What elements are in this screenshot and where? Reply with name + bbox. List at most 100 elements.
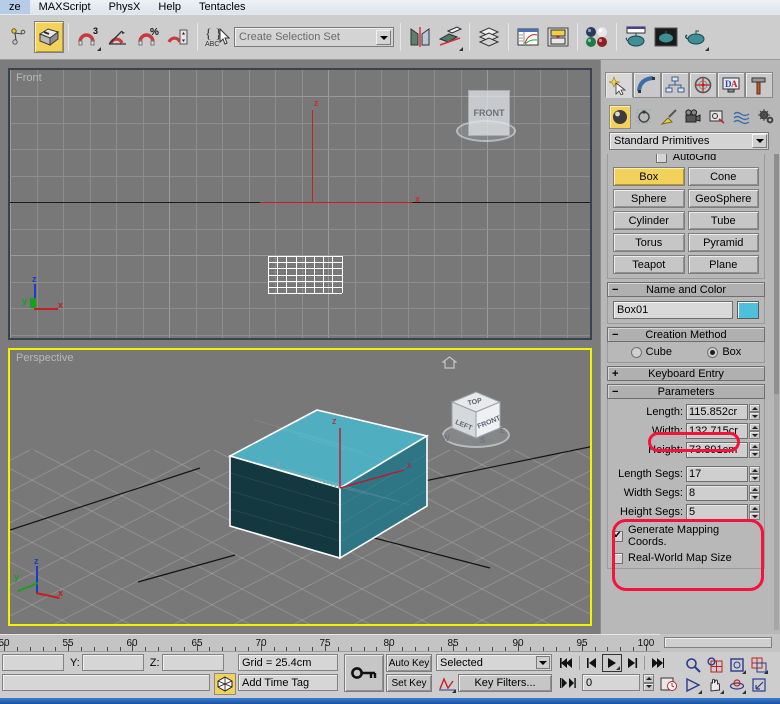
add-time-tag-button[interactable]: Add Time Tag	[238, 674, 338, 691]
viewcube-front-face[interactable]: FRONT	[468, 90, 510, 136]
width-segs-input[interactable]: 8	[686, 485, 748, 501]
next-frame-button[interactable]	[623, 654, 641, 672]
select-and-link-icon[interactable]	[4, 21, 34, 53]
mirror-icon[interactable]	[405, 21, 435, 53]
cameras-button[interactable]	[682, 105, 704, 129]
play-button[interactable]	[602, 654, 622, 672]
cone-button[interactable]: Cone	[687, 167, 759, 186]
selection-set-dropdown-arrow[interactable]	[376, 30, 391, 45]
display-tab[interactable]: D A	[717, 72, 745, 98]
named-selection-sets-icon[interactable]: { } ABC	[202, 21, 232, 53]
track-bar-scroll[interactable]	[660, 634, 780, 652]
length-segs-spinner[interactable]	[749, 466, 760, 482]
pyramid-button[interactable]: Pyramid	[687, 233, 759, 252]
spinner-snap-icon[interactable]	[163, 21, 193, 53]
cube-snapshot-icon[interactable]	[214, 673, 236, 695]
box-radio[interactable]	[707, 346, 719, 358]
set-key-curve-icon[interactable]	[436, 673, 458, 695]
render-setup-icon[interactable]	[621, 21, 651, 53]
zoom-extents-icon[interactable]	[726, 654, 748, 676]
box-object[interactable]: z x y	[192, 398, 472, 626]
modify-tab[interactable]	[633, 72, 661, 98]
length-spinner[interactable]	[749, 404, 760, 420]
select-object-icon[interactable]	[34, 21, 64, 53]
goto-start-button[interactable]	[558, 654, 576, 672]
teapot-button[interactable]: Teapot	[613, 255, 685, 274]
lights-button[interactable]	[658, 105, 680, 129]
width-segs-spinner[interactable]	[749, 485, 760, 501]
height-segs-input[interactable]: 5	[686, 504, 748, 520]
real-world-map-size-row[interactable]: Real-World Map Size	[612, 552, 760, 564]
width-spinner[interactable]	[749, 423, 760, 439]
viewport-perspective[interactable]: Perspective z x y E S W TOP LEFT FRONT z…	[8, 348, 592, 626]
orbit-icon[interactable]	[726, 674, 748, 696]
width-input[interactable]: 132.715cr	[686, 423, 748, 439]
key-mode-nav-icon[interactable]	[558, 674, 578, 692]
torus-button[interactable]: Torus	[613, 233, 685, 252]
parameters-expander[interactable]: −	[612, 386, 618, 398]
create-tab[interactable]	[605, 72, 633, 98]
viewport-front-label[interactable]: Front	[16, 72, 42, 84]
name-and-color-expander[interactable]: −	[612, 284, 618, 296]
name-and-color-header[interactable]: − Name and Color	[607, 282, 765, 297]
shapes-button[interactable]	[633, 105, 655, 129]
home-icon[interactable]	[441, 356, 458, 372]
cube-radio[interactable]	[630, 346, 642, 358]
field-of-view-icon[interactable]	[682, 674, 704, 696]
menu-item-ze[interactable]: ze	[0, 0, 30, 14]
zoom-all-icon[interactable]	[704, 654, 726, 676]
cube-radio-row[interactable]: Cube	[630, 346, 672, 358]
set-key-button[interactable]: Set Key	[386, 674, 432, 692]
hierarchy-tab[interactable]	[661, 72, 689, 98]
keyboard-entry-header[interactable]: + Keyboard Entry	[607, 366, 765, 381]
previous-frame-button[interactable]	[583, 654, 601, 672]
utilities-tab[interactable]	[745, 72, 773, 98]
object-color-swatch[interactable]	[737, 301, 759, 319]
keyboard-entry-expander[interactable]: +	[612, 368, 618, 380]
animation-filter-dropdown[interactable]: Selected	[436, 654, 552, 671]
render-production-icon[interactable]	[681, 21, 711, 53]
parameters-header[interactable]: − Parameters	[607, 384, 765, 399]
creation-method-expander[interactable]: −	[612, 329, 618, 341]
plane-button[interactable]: Plane	[687, 255, 759, 274]
percent-snap-icon[interactable]: %	[133, 21, 163, 53]
helpers-button[interactable]	[706, 105, 728, 129]
menu-item-physx[interactable]: PhysX	[100, 0, 150, 14]
object-name-input[interactable]: Box01	[613, 301, 733, 319]
time-configuration-icon[interactable]	[658, 673, 680, 695]
primitive-category-dropdown[interactable]: Standard Primitives	[609, 132, 769, 150]
current-frame-spinner[interactable]	[643, 674, 654, 691]
pan-view-icon[interactable]	[704, 674, 726, 696]
tube-button[interactable]: Tube	[687, 211, 759, 230]
x-coord-input[interactable]	[2, 654, 64, 671]
real-world-map-size-checkbox[interactable]	[612, 552, 623, 564]
rendered-frame-window-icon[interactable]	[651, 21, 681, 53]
align-icon[interactable]	[435, 21, 465, 53]
schematic-view-icon[interactable]	[543, 21, 573, 53]
viewport-front[interactable]: Front z x FRONT z x y	[8, 68, 592, 340]
height-input[interactable]: 73.891cm	[686, 442, 748, 458]
geometry-button[interactable]	[609, 105, 632, 129]
motion-tab[interactable]	[689, 72, 717, 98]
box-radio-row[interactable]: Box	[707, 346, 741, 358]
height-spinner[interactable]	[749, 442, 760, 458]
key-mode-toggle-button[interactable]	[344, 654, 384, 692]
primitive-category-arrow[interactable]	[752, 134, 767, 148]
angle-snap-icon[interactable]	[103, 21, 133, 53]
curve-editor-icon[interactable]	[513, 21, 543, 53]
viewcube-perspective[interactable]: N E S W TOP LEFT FRONT	[440, 386, 512, 456]
key-filters-button[interactable]: Key Filters...	[458, 674, 552, 692]
viewcube-front[interactable]: FRONT	[454, 88, 518, 150]
current-frame-input[interactable]: 0	[582, 674, 640, 691]
geosphere-button[interactable]: GeoSphere	[687, 189, 759, 208]
menu-item-maxscript[interactable]: MAXScript	[30, 0, 100, 14]
animation-filter-arrow[interactable]	[536, 656, 550, 669]
y-coord-input[interactable]	[81, 654, 144, 671]
zoom-icon[interactable]	[682, 654, 704, 676]
cylinder-button[interactable]: Cylinder	[613, 211, 685, 230]
layer-manager-icon[interactable]	[474, 21, 504, 53]
generate-mapping-coords-row[interactable]: ✔ Generate Mapping Coords.	[612, 524, 760, 548]
sphere-button[interactable]: Sphere	[613, 189, 685, 208]
menu-item-tentacles[interactable]: Tentacles	[190, 0, 254, 14]
auto-key-button[interactable]: Auto Key	[386, 654, 432, 672]
